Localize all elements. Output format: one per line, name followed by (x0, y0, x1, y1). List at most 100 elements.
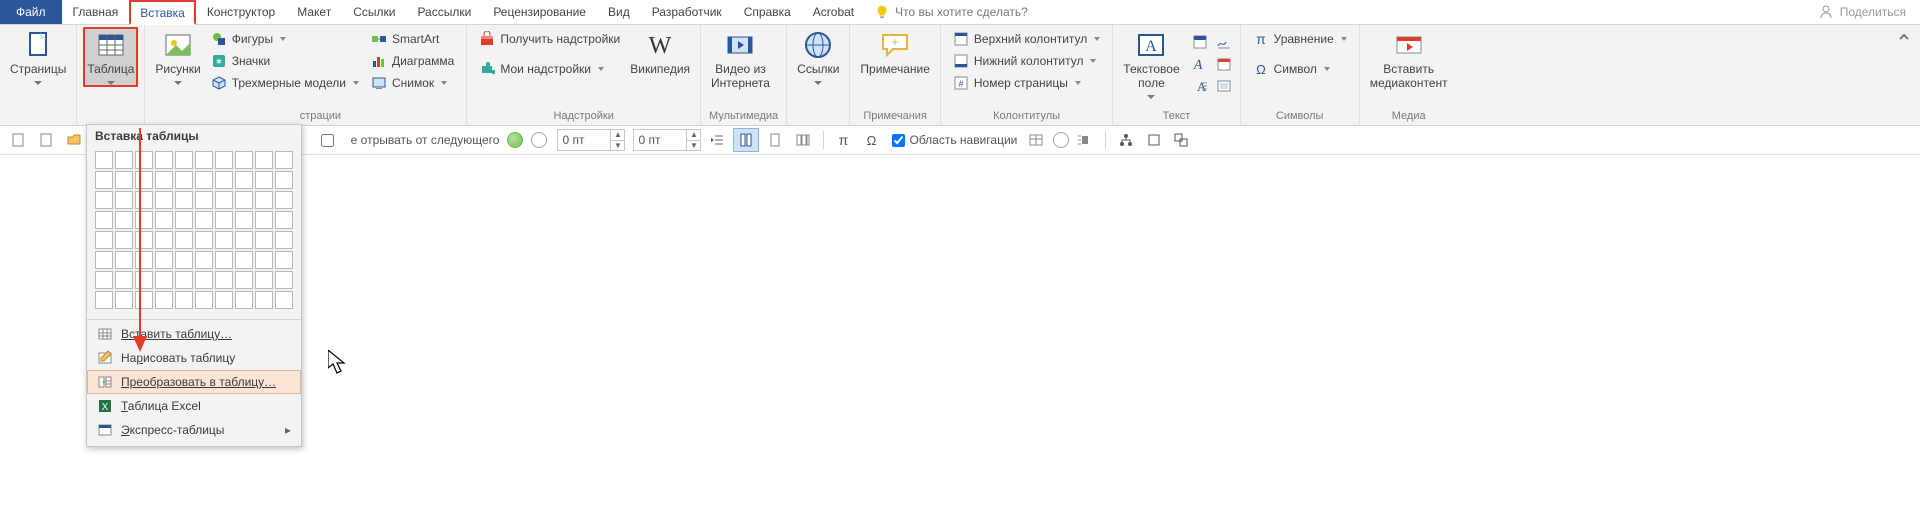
grid-cell[interactable] (235, 211, 253, 229)
grid-cell[interactable] (175, 191, 193, 209)
qat-accept-empty-button[interactable] (531, 132, 547, 148)
grid-cell[interactable] (115, 251, 133, 269)
qat-new-button[interactable] (6, 129, 30, 151)
datetime-button[interactable] (1212, 53, 1236, 75)
grid-cell[interactable] (275, 191, 293, 209)
grid-cell[interactable] (195, 211, 213, 229)
grid-cell[interactable] (195, 291, 213, 309)
grid-cell[interactable] (155, 191, 173, 209)
wordart-button[interactable]: A (1188, 53, 1212, 75)
grid-cell[interactable] (135, 271, 153, 289)
grid-cell[interactable] (175, 291, 193, 309)
textbox-button[interactable]: A Текстовое поле (1119, 27, 1183, 99)
grid-cell[interactable] (175, 271, 193, 289)
grid-cell[interactable] (95, 231, 113, 249)
grid-cell[interactable] (255, 171, 273, 189)
grid-cell[interactable] (175, 251, 193, 269)
my-addins-button[interactable]: Мои надстройки (473, 59, 626, 79)
grid-cell[interactable] (155, 271, 173, 289)
grid-cell[interactable] (215, 211, 233, 229)
symbol-button[interactable]: Ω Символ (1247, 59, 1353, 79)
grid-cell[interactable] (135, 231, 153, 249)
spacing-after-input[interactable] (634, 131, 686, 149)
qat-shape-button[interactable] (1142, 129, 1166, 151)
qat-org-button[interactable] (1114, 129, 1138, 151)
spacing-after-spinner[interactable]: ▲▼ (633, 129, 701, 151)
grid-cell[interactable] (215, 231, 233, 249)
table-size-grid[interactable] (87, 147, 301, 317)
qat-circle-button[interactable] (1053, 132, 1069, 148)
qat-view-onepage-button[interactable] (733, 128, 759, 152)
qat-group-button[interactable] (1170, 129, 1194, 151)
spin-up[interactable]: ▲ (686, 130, 700, 140)
signature-button[interactable] (1212, 31, 1236, 53)
tab-help[interactable]: Справка (733, 0, 802, 24)
grid-cell[interactable] (215, 171, 233, 189)
grid-cell[interactable] (255, 291, 273, 309)
menu-insert-table[interactable]: Вставить таблицу… (87, 322, 301, 346)
footer-button[interactable]: Нижний колонтитул (947, 51, 1106, 71)
qat-open-button[interactable] (62, 129, 86, 151)
grid-cell[interactable] (275, 171, 293, 189)
spin-down[interactable]: ▼ (686, 140, 700, 151)
grid-cell[interactable] (95, 271, 113, 289)
qat-multipage-button[interactable] (791, 129, 815, 151)
qat-indent-button[interactable] (705, 129, 729, 151)
grid-cell[interactable] (275, 271, 293, 289)
qat-accept-button[interactable] (507, 132, 523, 148)
grid-cell[interactable] (215, 251, 233, 269)
grid-cell[interactable] (135, 251, 153, 269)
tab-home[interactable]: Главная (62, 0, 130, 24)
header-button[interactable]: Верхний колонтитул (947, 29, 1106, 49)
3dmodels-button[interactable]: Трехмерные модели (205, 73, 365, 93)
embed-button[interactable]: Вставить медиаконтент (1366, 27, 1452, 91)
grid-cell[interactable] (155, 231, 173, 249)
object-button[interactable] (1212, 75, 1236, 97)
grid-cell[interactable] (275, 291, 293, 309)
grid-cell[interactable] (115, 271, 133, 289)
table-button[interactable]: Таблица (83, 27, 138, 87)
grid-cell[interactable] (275, 251, 293, 269)
grid-cell[interactable] (195, 171, 213, 189)
menu-draw-table[interactable]: Нарисовать таблицу (87, 346, 301, 370)
grid-cell[interactable] (95, 151, 113, 169)
grid-cell[interactable] (235, 171, 253, 189)
grid-cell[interactable] (255, 191, 273, 209)
grid-cell[interactable] (115, 291, 133, 309)
navigation-pane-checkbox[interactable]: Область навигации (888, 133, 1021, 147)
wikipedia-button[interactable]: W Википедия (626, 27, 694, 77)
qat-zoom-button[interactable] (763, 129, 787, 151)
grid-cell[interactable] (255, 151, 273, 169)
grid-cell[interactable] (115, 211, 133, 229)
tab-view[interactable]: Вид (597, 0, 641, 24)
spin-down[interactable]: ▼ (610, 140, 624, 151)
grid-cell[interactable] (155, 151, 173, 169)
grid-cell[interactable] (115, 151, 133, 169)
menu-convert-to-table[interactable]: Преобразовать в таблицу… (87, 370, 301, 394)
grid-cell[interactable] (195, 191, 213, 209)
menu-excel-table[interactable]: X Таблица Excel (87, 394, 301, 418)
spacing-before-input[interactable] (558, 131, 610, 149)
grid-cell[interactable] (95, 291, 113, 309)
grid-cell[interactable] (235, 231, 253, 249)
keep-with-next-input[interactable] (321, 134, 334, 147)
pages-button[interactable]: Страницы (6, 27, 70, 85)
tab-layout[interactable]: Макет (286, 0, 342, 24)
grid-cell[interactable] (195, 151, 213, 169)
grid-cell[interactable] (175, 231, 193, 249)
comment-button[interactable]: + Примечание (856, 27, 933, 77)
grid-cell[interactable] (135, 291, 153, 309)
grid-cell[interactable] (175, 211, 193, 229)
tab-design[interactable]: Конструктор (196, 0, 286, 24)
grid-cell[interactable] (215, 151, 233, 169)
grid-cell[interactable] (95, 171, 113, 189)
tab-mailings[interactable]: Рассылки (406, 0, 482, 24)
keep-with-next-checkbox[interactable]: Не отрывать от следующего (317, 133, 503, 147)
grid-cell[interactable] (155, 171, 173, 189)
spin-up[interactable]: ▲ (610, 130, 624, 140)
grid-cell[interactable] (115, 231, 133, 249)
chart-button[interactable]: Диаграмма (365, 51, 460, 71)
online-video-button[interactable]: Видео из Интернета (707, 27, 774, 91)
get-addins-button[interactable]: Получить надстройки (473, 29, 626, 49)
grid-cell[interactable] (155, 251, 173, 269)
